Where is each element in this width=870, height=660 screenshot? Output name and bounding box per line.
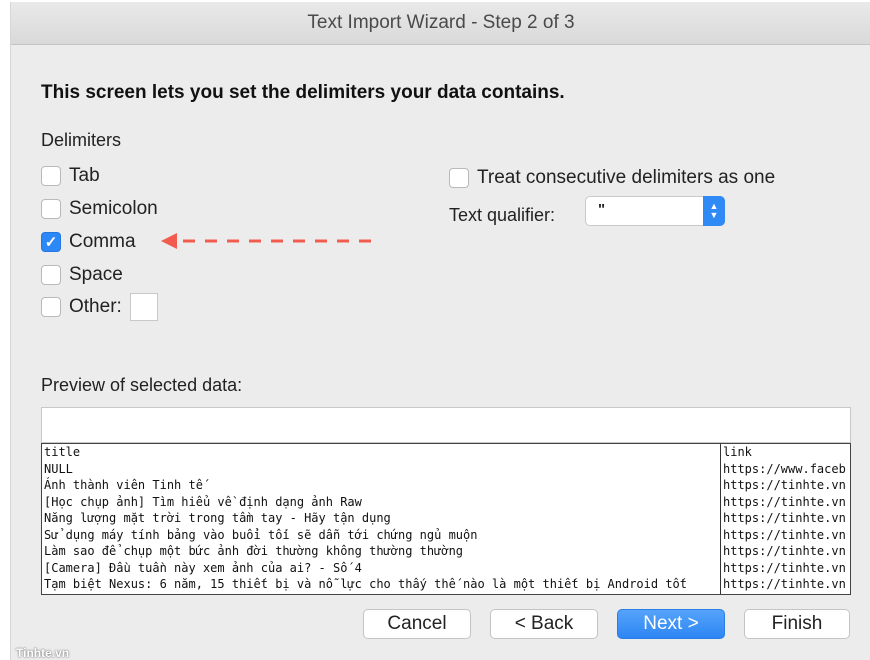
text-qualifier-value: " bbox=[598, 201, 606, 218]
page-heading: This screen lets you set the delimiters … bbox=[41, 82, 565, 103]
consecutive-delimiters-checkbox[interactable] bbox=[449, 168, 469, 188]
preview-cell: https://tinhte.vn bbox=[723, 560, 846, 575]
tab-label: Tab bbox=[69, 165, 100, 186]
preview-label: Preview of selected data: bbox=[41, 375, 243, 395]
back-button[interactable]: < Back bbox=[490, 609, 598, 639]
preview-cell: https://tinhte.vn bbox=[723, 577, 846, 591]
other-checkbox-row[interactable]: Other: bbox=[41, 293, 158, 321]
preview-cell: Ảnh thành viên Tinh tế bbox=[44, 478, 203, 492]
select-stepper-icon[interactable]: ▲ ▼ bbox=[703, 196, 725, 226]
preview-cell: [Camera] Đầu tuần này xem ảnh của ai? - … bbox=[44, 560, 362, 575]
watermark-logo: Tinhte.vn bbox=[16, 646, 70, 660]
preview-cell: Làm sao để chụp một bức ảnh đời thường k… bbox=[44, 544, 464, 558]
other-checkbox[interactable] bbox=[41, 297, 61, 317]
finish-button[interactable]: Finish bbox=[744, 609, 850, 639]
text-import-wizard-window: Text Import Wizard - Step 2 of 3 This sc… bbox=[10, 2, 870, 660]
window-title: Text Import Wizard - Step 2 of 3 bbox=[11, 2, 870, 45]
preview-cell: https://tinhte.vn bbox=[723, 544, 846, 558]
preview-cell: title bbox=[44, 445, 81, 459]
checkmark-icon: ✓ bbox=[44, 233, 58, 251]
cancel-button[interactable]: Cancel bbox=[363, 609, 471, 639]
comma-checkbox-row[interactable]: ✓ Comma bbox=[41, 231, 136, 253]
data-preview-table[interactable]: title NULL Ảnh thành viên Tinh tế [Học chụp… bbox=[41, 443, 851, 595]
preview-column-2[interactable]: link https://www.faceb https://tinhte.vn ht… bbox=[721, 444, 850, 594]
preview-cell: https://tinhte.vn bbox=[723, 511, 846, 525]
space-checkbox[interactable] bbox=[41, 265, 61, 285]
preview-cell: Tạm biệt Nexus: 6 năm, 15 thiết bị và nỗ… bbox=[44, 577, 687, 591]
preview-column-1[interactable]: title NULL Ảnh thành viên Tinh tế [Học chụp… bbox=[42, 444, 721, 594]
other-label: Other: bbox=[69, 296, 122, 317]
space-checkbox-row[interactable]: Space bbox=[41, 264, 123, 286]
preview-cell: [Học chụp ảnh] Tìm hiểu về định dạng ảnh… bbox=[44, 494, 362, 509]
preview-cell: https://tinhte.vn bbox=[723, 478, 846, 492]
semicolon-label: Semicolon bbox=[69, 198, 158, 219]
next-button[interactable]: Next > bbox=[617, 609, 725, 639]
annotation-arrow-icon bbox=[161, 231, 391, 251]
semicolon-checkbox-row[interactable]: Semicolon bbox=[41, 198, 158, 220]
preview-cell: https://tinhte.vn bbox=[723, 527, 846, 542]
preview-cell: NULL bbox=[44, 461, 73, 476]
semicolon-checkbox[interactable] bbox=[41, 199, 61, 219]
text-qualifier-label: Text qualifier: bbox=[449, 205, 556, 225]
space-label: Space bbox=[69, 264, 123, 285]
preview-cell: link bbox=[723, 445, 752, 459]
tab-checkbox[interactable] bbox=[41, 166, 61, 186]
tab-checkbox-row[interactable]: Tab bbox=[41, 165, 100, 187]
preview-cell: https://tinhte.vn bbox=[723, 494, 846, 509]
comma-checkbox[interactable]: ✓ bbox=[41, 232, 61, 252]
preview-header-area bbox=[41, 407, 851, 443]
preview-cell: https://www.faceb bbox=[723, 461, 846, 476]
preview-cell: Năng lượng mặt trời trong tầm tay - Hãy … bbox=[44, 511, 391, 525]
text-qualifier-select[interactable]: " ▲ ▼ bbox=[585, 196, 725, 226]
other-delimiter-input[interactable] bbox=[129, 293, 158, 321]
consecutive-delimiters-label: Treat consecutive delimiters as one bbox=[477, 167, 776, 188]
consecutive-delimiters-row[interactable]: Treat consecutive delimiters as one bbox=[449, 167, 775, 189]
delimiters-label: Delimiters bbox=[41, 130, 122, 150]
comma-label: Comma bbox=[69, 231, 136, 252]
preview-cell: Sử dụng máy tính bảng vào buổi tối sẽ dẫ… bbox=[44, 527, 478, 542]
